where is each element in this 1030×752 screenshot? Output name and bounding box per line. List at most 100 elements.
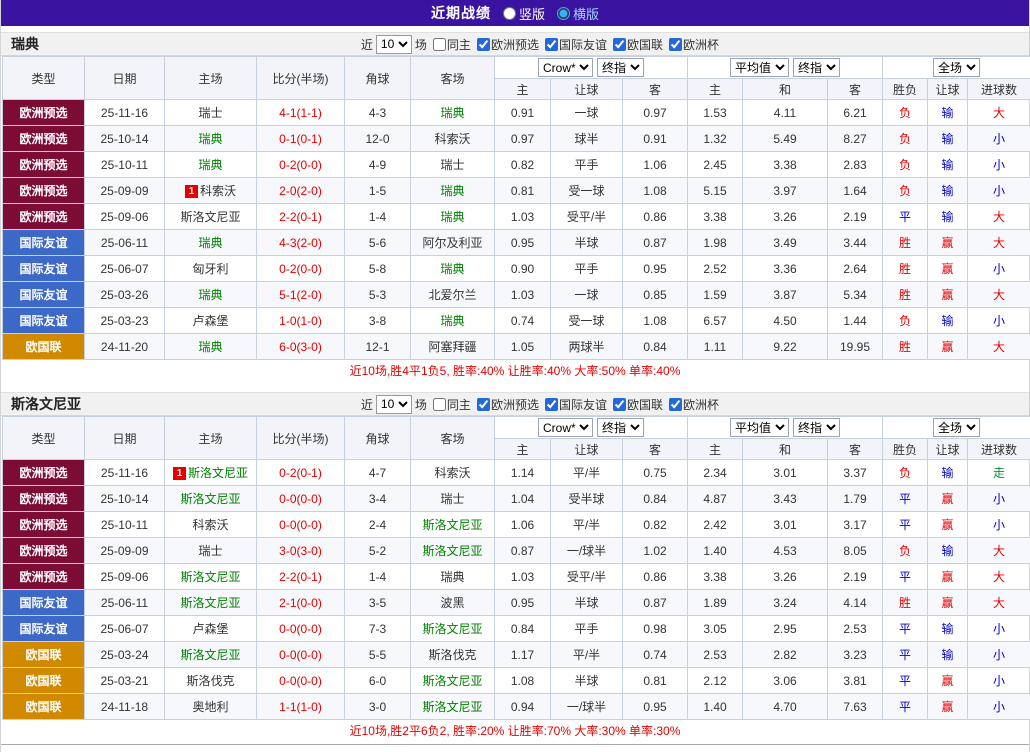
match-score: 0-2(0-0) <box>257 256 345 282</box>
match-score: 3-0(3-0) <box>257 538 345 564</box>
odds-home: 1.05 <box>495 334 551 360</box>
result-outcome: 平 <box>883 694 928 720</box>
topbar: 近期战绩 竖版 横版 <box>1 0 1029 26</box>
horizontal-radio[interactable] <box>557 7 570 20</box>
comp-checkbox-euro-qualifier[interactable]: 欧洲预选 <box>474 36 539 53</box>
filters: 近 10 场 同主 欧洲预选 国际友谊 欧国联 欧洲杯 <box>361 35 719 54</box>
avg-home: 6.57 <box>688 308 743 334</box>
avg-home: 1.59 <box>688 282 743 308</box>
home-team: 斯洛文尼亚 <box>165 590 257 616</box>
match-date: 25-03-24 <box>85 642 165 668</box>
avg-home: 2.52 <box>688 256 743 282</box>
result-goals: 小 <box>968 178 1030 204</box>
company-select[interactable]: Crow* <box>538 418 593 437</box>
fulltime-select[interactable]: 全场 <box>933 58 980 77</box>
same-home-box[interactable] <box>433 38 446 51</box>
comp-checkbox-nations-league[interactable]: 欧国联 <box>610 396 663 413</box>
odds-home: 0.90 <box>495 256 551 282</box>
comp-checkbox-euro-qualifier[interactable]: 欧洲预选 <box>474 396 539 413</box>
euro-cup-box[interactable] <box>669 398 682 411</box>
friendly-box[interactable] <box>545 398 558 411</box>
average-period-select[interactable]: 终指 <box>793 418 840 437</box>
results-table: 类型 日期 主场 比分(半场) 角球 客场 Crow*终指 平均值终指 全场 <box>2 416 1030 720</box>
layout-option-horizontal[interactable]: 横版 <box>557 4 599 23</box>
result-outcome: 平 <box>883 204 928 230</box>
team-label: 瑞典 <box>198 340 222 354</box>
sub-result-outcome: 胜负 <box>883 79 928 100</box>
fulltime-select[interactable]: 全场 <box>933 418 980 437</box>
match-date: 25-10-11 <box>85 512 165 538</box>
same-home-checkbox[interactable]: 同主 <box>430 396 471 413</box>
result-handicap: 赢 <box>928 512 968 538</box>
comp-checkbox-euro-cup[interactable]: 欧洲杯 <box>666 36 719 53</box>
results-table: 类型 日期 主场 比分(半场) 角球 客场 Crow*终指 平均值终指 全场 <box>2 56 1030 360</box>
avg-away: 7.63 <box>828 694 883 720</box>
match-row: 欧洲预选25-10-11科索沃0-0(0-0)2-4斯洛文尼亚1.06平/半0.… <box>3 512 1030 538</box>
result-outcome: 胜 <box>883 282 928 308</box>
result-outcome: 胜 <box>883 230 928 256</box>
team-label: 斯洛文尼亚 <box>180 210 240 224</box>
friendly-box[interactable] <box>545 38 558 51</box>
nations-league-box[interactable] <box>613 398 626 411</box>
match-score: 1-0(1-0) <box>257 308 345 334</box>
near-label: 近 <box>361 396 373 413</box>
comp-checkbox-nations-league[interactable]: 欧国联 <box>610 36 663 53</box>
odds-away: 0.87 <box>623 230 688 256</box>
competition-type: 国际友谊 <box>3 590 85 616</box>
team-label: 斯洛文尼亚 <box>180 570 240 584</box>
away-team: 瑞典 <box>411 564 495 590</box>
competition-type: 国际友谊 <box>3 308 85 334</box>
euro-qualifier-box[interactable] <box>477 398 490 411</box>
odds-handicap: 平/半 <box>551 460 623 486</box>
company-select[interactable]: Crow* <box>538 58 593 77</box>
home-team: 卢森堡 <box>165 308 257 334</box>
team-name: 斯洛文尼亚 <box>11 394 81 414</box>
same-home-label: 同主 <box>447 396 471 413</box>
match-row: 欧国联24-11-18奥地利1-1(1-0)3-0斯洛文尼亚0.94一/球半0.… <box>3 694 1030 720</box>
nations-league-box[interactable] <box>613 38 626 51</box>
match-date: 24-11-18 <box>85 694 165 720</box>
team-label: 瑞典 <box>198 288 222 302</box>
avg-away: 19.95 <box>828 334 883 360</box>
average-select[interactable]: 平均值 <box>730 58 789 77</box>
odds-home: 0.91 <box>495 100 551 126</box>
company-period-select[interactable]: 终指 <box>597 418 644 437</box>
competition-type: 国际友谊 <box>3 616 85 642</box>
team-label: 瑞典 <box>440 262 464 276</box>
average-select[interactable]: 平均值 <box>730 418 789 437</box>
odds-away: 0.81 <box>623 668 688 694</box>
competition-type: 欧洲预选 <box>3 204 85 230</box>
comp-checkbox-euro-cup[interactable]: 欧洲杯 <box>666 396 719 413</box>
match-row: 欧洲预选25-10-14瑞典0-1(0-1)12-0科索沃0.97球半0.911… <box>3 126 1030 152</box>
sub-avg-home: 主 <box>688 79 743 100</box>
odds-away: 1.02 <box>623 538 688 564</box>
euro-qualifier-box[interactable] <box>477 38 490 51</box>
same-home-box[interactable] <box>433 398 446 411</box>
match-score: 2-0(2-0) <box>257 178 345 204</box>
away-team: 波黑 <box>411 590 495 616</box>
odds-home: 1.03 <box>495 282 551 308</box>
odds-away: 0.86 <box>623 564 688 590</box>
avg-draw: 3.97 <box>743 178 828 204</box>
comp-checkbox-friendly[interactable]: 国际友谊 <box>542 36 607 53</box>
company-period-select[interactable]: 终指 <box>597 58 644 77</box>
match-row: 国际友谊25-06-07卢森堡0-0(0-0)7-3斯洛文尼亚0.84平手0.9… <box>3 616 1030 642</box>
team-label: 瑞士 <box>440 492 464 506</box>
result-goals: 走 <box>968 460 1030 486</box>
odds-handicap: 一/球半 <box>551 538 623 564</box>
same-home-checkbox[interactable]: 同主 <box>430 36 471 53</box>
match-count-select[interactable]: 10 <box>376 395 412 414</box>
avg-home: 2.42 <box>688 512 743 538</box>
away-team: 瑞典 <box>411 308 495 334</box>
result-handicap: 赢 <box>928 590 968 616</box>
match-count-select[interactable]: 10 <box>376 35 412 54</box>
away-team: 斯洛文尼亚 <box>411 668 495 694</box>
team-label: 斯洛文尼亚 <box>188 466 248 480</box>
match-date: 25-09-06 <box>85 204 165 230</box>
euro-cup-box[interactable] <box>669 38 682 51</box>
comp-checkbox-friendly[interactable]: 国际友谊 <box>542 396 607 413</box>
layout-option-vertical[interactable]: 竖版 <box>503 4 545 23</box>
vertical-radio[interactable] <box>503 7 516 20</box>
average-period-select[interactable]: 终指 <box>793 58 840 77</box>
result-outcome: 胜 <box>883 590 928 616</box>
